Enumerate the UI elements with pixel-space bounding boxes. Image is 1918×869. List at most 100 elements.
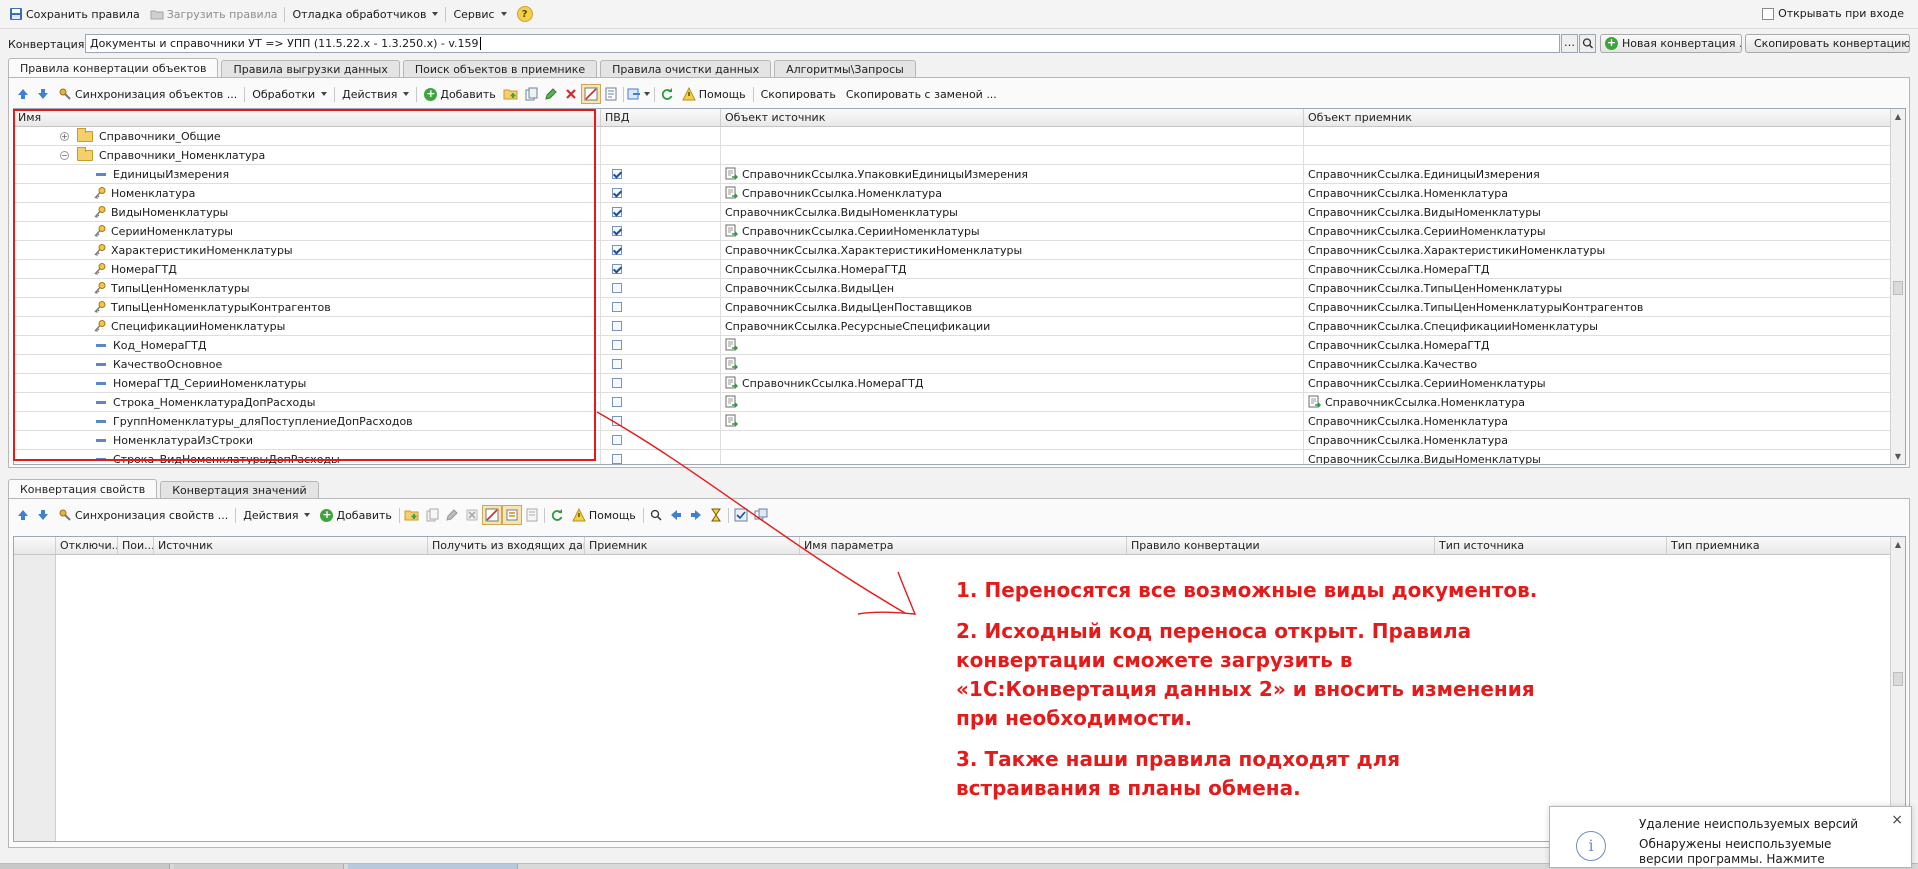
target-cell[interactable]: СправочникСсылка.НомераГТД [1304, 260, 1892, 278]
move-up-button[interactable] [13, 84, 33, 104]
expand-icon[interactable]: + [60, 131, 69, 141]
processing-menu[interactable]: Обработки [247, 88, 332, 101]
main-tab-3[interactable]: Правила очистки данных [600, 60, 772, 78]
source-cell[interactable] [721, 393, 1304, 411]
refresh-button[interactable] [547, 505, 567, 525]
sync-objects-button[interactable]: Синхронизация объектов ... [53, 87, 242, 101]
rule-name-cell[interactable]: ТипыЦенНоменклатуры [14, 279, 601, 297]
source-cell[interactable]: СправочникСсылка.НомераГТД [721, 374, 1304, 392]
column-header-target-type[interactable]: Тип приемника [1667, 537, 1892, 554]
column-header-disabled[interactable]: Отключи... [56, 537, 118, 554]
main-tab-1[interactable]: Правила выгрузки данных [221, 60, 400, 78]
source-cell[interactable]: СправочникСсылка.РесурсныеСпецификации [721, 317, 1304, 335]
source-cell[interactable]: СправочникСсылка.ВидыЦенПоставщиков [721, 298, 1304, 316]
disable-toggle-button[interactable] [481, 505, 502, 525]
pvd-checkbox[interactable] [612, 416, 622, 426]
conversion-field[interactable]: Документы и справочники УТ => УПП (11.5.… [85, 34, 1560, 53]
rule-row[interactable]: Строка_НоменклатураДопРасходы СправочникС… [14, 393, 1905, 412]
rule-row[interactable]: ХарактеристикиНоменклатуры СправочникСсыл… [14, 241, 1905, 260]
pvd-checkbox[interactable] [612, 245, 622, 255]
windows-button[interactable] [751, 505, 771, 525]
pvd-cell[interactable] [601, 393, 721, 411]
rule-name-cell[interactable]: ВидыНоменклатуры [14, 203, 601, 221]
rule-name-cell[interactable]: НомераГТД_СерииНоменклатуры [14, 374, 601, 392]
sync-properties-button[interactable]: Синхронизация свойств ... [53, 508, 233, 522]
target-cell[interactable] [1304, 146, 1892, 164]
rule-name-cell[interactable]: Строка_НоменклатураДопРасходы [14, 393, 601, 411]
select-ellipsis-button[interactable]: … [1561, 34, 1578, 53]
source-cell[interactable] [721, 450, 1304, 464]
column-header-pvd[interactable]: ПВД [601, 109, 721, 126]
source-cell[interactable]: СправочникСсылка.УпаковкиЕдиницыИзмерени… [721, 165, 1304, 183]
source-cell[interactable]: СправочникСсылка.СерииНоменклатуры [721, 222, 1304, 240]
refresh-button[interactable] [657, 84, 677, 104]
column-header-search[interactable]: Пои... [118, 537, 154, 554]
group-button[interactable] [501, 505, 522, 525]
copy-conversion-button[interactable]: Скопировать конвертацию [1745, 34, 1910, 53]
source-cell[interactable] [721, 146, 1304, 164]
window-tab[interactable] [174, 864, 344, 869]
rule-row[interactable]: НомераГТД_СерииНоменклатуры СправочникСсы… [14, 374, 1905, 393]
rule-name-cell[interactable]: НомераГТД [14, 260, 601, 278]
column-header-get-from-incoming[interactable]: Получить из входящих данн... [428, 537, 585, 554]
rule-name-cell[interactable]: ГруппНоменклатуры_дляПоступлениеДопРасхо… [14, 412, 601, 430]
props-scrollbar[interactable]: ▲ [1890, 537, 1905, 841]
edit-button[interactable] [442, 505, 462, 525]
main-tab-4[interactable]: Алгоритмы\Запросы [774, 60, 916, 78]
source-cell[interactable] [721, 412, 1304, 430]
source-cell[interactable]: СправочникСсылка.ВидыНоменклатуры [721, 203, 1304, 221]
column-header-source[interactable]: Объект источник [721, 109, 1304, 126]
hourglass-button[interactable] [706, 505, 726, 525]
save-rules-button[interactable]: Сохранить правила [4, 7, 145, 21]
target-cell[interactable]: СправочникСсылка.ХарактеристикиНоменклат… [1304, 241, 1892, 259]
column-header-name[interactable]: Имя [14, 109, 601, 126]
pvd-checkbox[interactable] [612, 207, 622, 217]
pvd-cell[interactable] [601, 184, 721, 202]
props-actions-menu[interactable]: Действия [238, 509, 315, 522]
open-on-start-option[interactable]: Открывать при входе [1762, 7, 1904, 20]
pvd-checkbox[interactable] [612, 340, 622, 350]
scroll-up-arrow[interactable]: ▲ [1891, 109, 1905, 124]
add-folder-button[interactable] [402, 505, 422, 525]
pvd-cell[interactable] [601, 222, 721, 240]
pvd-checkbox[interactable] [612, 188, 622, 198]
pvd-checkbox[interactable] [612, 302, 622, 312]
source-cell[interactable] [721, 431, 1304, 449]
pvd-cell[interactable] [601, 165, 721, 183]
scroll-up-arrow[interactable]: ▲ [1891, 537, 1905, 552]
pvd-checkbox[interactable] [612, 169, 622, 179]
source-cell[interactable]: СправочникСсылка.ХарактеристикиНоменклат… [721, 241, 1304, 259]
collapse-icon[interactable]: − [60, 150, 69, 160]
rule-name-cell[interactable]: ЕдиницыИзмерения [14, 165, 601, 183]
rule-row[interactable]: − Справочники_Номенклатура [14, 146, 1905, 165]
pvd-checkbox[interactable] [612, 359, 622, 369]
rule-row[interactable]: СерииНоменклатуры СправочникСсылка.СерииН… [14, 222, 1905, 241]
bottom-tab-0[interactable]: Конвертация свойств [8, 479, 158, 499]
target-cell[interactable]: СправочникСсылка.ТипыЦенНоменклатурыКонт… [1304, 298, 1892, 316]
search-button[interactable] [1579, 34, 1596, 53]
rule-row[interactable]: ЕдиницыИзмерения СправочникСсылка.Упаковк… [14, 165, 1905, 184]
pvd-cell[interactable] [601, 355, 721, 373]
source-cell[interactable]: СправочникСсылка.НомераГТД [721, 260, 1304, 278]
column-header-conversion-rule[interactable]: Правило конвертации [1127, 537, 1435, 554]
actions-menu[interactable]: Действия [337, 88, 414, 101]
target-cell[interactable] [1304, 127, 1892, 145]
add-property-button[interactable]: + Добавить [315, 508, 396, 522]
copy-button[interactable]: Скопировать [756, 88, 841, 101]
rule-row[interactable]: ТипыЦенНоменклатурыКонтрагентов Справочни… [14, 298, 1905, 317]
copy-rule-button[interactable] [521, 84, 541, 104]
rule-row[interactable]: Строка_ВидНоменклатурыДопРасходы Справочн… [14, 450, 1905, 465]
rule-row[interactable]: + Справочники_Общие [14, 127, 1905, 146]
rule-name-cell[interactable]: СпецификацииНоменклатуры [14, 317, 601, 335]
check-all-button[interactable] [731, 505, 751, 525]
target-cell[interactable]: СправочникСсылка.ВидыНоменклатуры [1304, 450, 1892, 465]
rule-name-cell[interactable]: СерииНоменклатуры [14, 222, 601, 240]
bottom-tab-1[interactable]: Конвертация значений [160, 481, 319, 499]
pvd-cell[interactable] [601, 127, 721, 145]
pvd-cell[interactable] [601, 374, 721, 392]
scroll-thumb[interactable] [1893, 672, 1903, 686]
pvd-cell[interactable] [601, 431, 721, 449]
column-header-target[interactable]: Приемник [585, 537, 800, 554]
target-cell[interactable]: СправочникСсылка.Номенклатура [1304, 431, 1892, 449]
column-header-param-name[interactable]: Имя параметра [800, 537, 1127, 554]
